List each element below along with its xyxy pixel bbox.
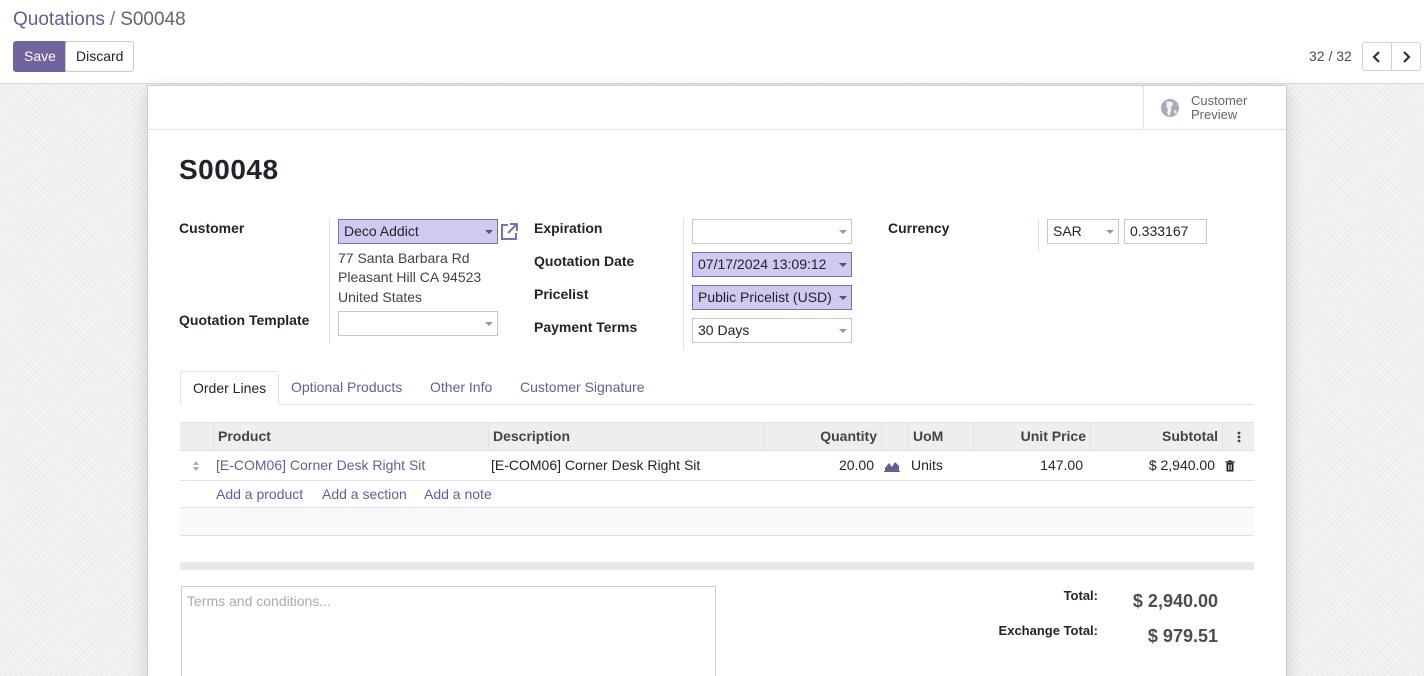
forecast-widget[interactable] (881, 451, 908, 480)
customer-preview-button[interactable]: Customer Preview (1143, 86, 1286, 129)
form-sheet: Customer Preview S00048 Customer Quotati… (147, 85, 1287, 676)
row-quantity[interactable]: 20.00 (763, 451, 877, 480)
pager-previous-button[interactable] (1362, 42, 1392, 71)
exchange-total-value: $ 979.51 (1147, 626, 1218, 646)
field-separator (329, 218, 330, 344)
tab-customer-signature[interactable]: Customer Signature (508, 371, 657, 405)
column-header-subtotal[interactable]: Subtotal (1090, 423, 1222, 450)
row-product[interactable]: [E-COM06] Corner Desk Right Sit (213, 451, 488, 480)
caret-down-icon (839, 329, 847, 333)
terms-conditions-field[interactable]: Terms and conditions... (181, 586, 716, 676)
caret-down-icon (485, 322, 493, 326)
vertical-ellipsis-icon (1237, 431, 1240, 443)
save-button[interactable]: Save (13, 41, 67, 72)
tab-optional-products[interactable]: Optional Products (279, 371, 414, 405)
row-uom[interactable]: Units (908, 451, 973, 480)
total-label: Total: (1063, 588, 1098, 603)
customer-address-line2: Pleasant Hill CA 94523 (338, 269, 482, 285)
table-header: Product Description Quantity UoM Unit Pr… (180, 422, 1254, 451)
payment-terms-value: 30 Days (698, 322, 750, 338)
chevron-right-icon (1403, 50, 1411, 63)
expiration-label: Expiration (534, 220, 603, 236)
row-unit-price[interactable]: 147.00 (973, 451, 1086, 480)
customer-address-line3: United States (338, 289, 423, 305)
caret-down-icon (839, 230, 847, 234)
column-header-description[interactable]: Description (488, 423, 763, 450)
pager-next-button[interactable] (1391, 42, 1421, 71)
customer-preview-label: Customer Preview (1191, 92, 1248, 122)
order-lines-table: Product Description Quantity UoM Unit Pr… (180, 422, 1254, 536)
column-header-product[interactable]: Product (213, 423, 488, 450)
currency-rate-value: 0.333167 (1130, 223, 1189, 239)
area-chart-icon (884, 462, 900, 473)
pricelist-field[interactable]: Public Pricelist (USD) (692, 285, 852, 310)
empty-row (180, 508, 1254, 536)
field-separator (683, 218, 684, 350)
quotation-template-field[interactable] (338, 311, 498, 336)
quotation-date-field[interactable]: 07/17/2024 13:09:12 (692, 252, 852, 277)
pricelist-label: Pricelist (534, 286, 589, 302)
breadcrumb-separator: / (109, 9, 116, 30)
button-box: Customer Preview (148, 86, 1286, 130)
add-line-row: Add a product Add a section Add a note (180, 481, 1254, 508)
customer-preview-label-line1: Customer (1191, 92, 1248, 108)
caret-down-icon (839, 296, 847, 300)
trash-icon (1225, 460, 1235, 472)
caret-down-icon (485, 230, 493, 234)
section-divider (180, 562, 1254, 570)
column-header-quantity[interactable]: Quantity (763, 423, 881, 450)
control-panel: Quotations / S00048 Save Discard 32 / 32 (0, 0, 1424, 84)
caret-down-icon (839, 263, 847, 267)
exchange-total-label: Exchange Total: (998, 623, 1098, 638)
quotation-date-label: Quotation Date (534, 253, 635, 269)
caret-down-icon (1106, 230, 1114, 234)
expiration-field[interactable] (692, 219, 852, 244)
column-header-unit-price[interactable]: Unit Price (973, 423, 1090, 450)
optional-columns-toggle[interactable] (1222, 423, 1254, 450)
pricelist-value: Public Pricelist (USD) (698, 289, 832, 305)
total-value: $ 2,940.00 (1132, 591, 1218, 611)
field-separator (1038, 218, 1039, 252)
discard-button[interactable]: Discard (65, 41, 135, 72)
column-header-forecast (881, 423, 908, 450)
customer-preview-label-line2: Preview (1191, 106, 1238, 122)
drag-handle-icon (193, 461, 199, 472)
column-header-uom[interactable]: UoM (908, 423, 973, 450)
breadcrumb: Quotations / S00048 (13, 9, 186, 31)
quotation-template-label: Quotation Template (179, 312, 310, 328)
breadcrumb-quotations-link[interactable]: Quotations (13, 9, 105, 30)
currency-value: SAR (1053, 223, 1082, 239)
payment-terms-label: Payment Terms (534, 319, 638, 335)
customer-label: Customer (179, 220, 245, 236)
currency-field[interactable]: SAR (1047, 219, 1119, 244)
currency-label: Currency (888, 220, 950, 236)
terms-placeholder: Terms and conditions... (187, 593, 331, 609)
notebook-tabs: Order Lines Optional Products Other Info… (180, 371, 1254, 405)
external-link-icon[interactable] (499, 222, 519, 242)
customer-address-line1: 77 Santa Barbara Rd (338, 250, 470, 266)
add-note-link[interactable]: Add a note (424, 486, 492, 502)
row-description[interactable]: [E-COM06] Corner Desk Right Sit (488, 451, 763, 480)
row-delete-button[interactable] (1222, 451, 1238, 480)
customer-value: Deco Addict (344, 223, 419, 239)
customer-field[interactable]: Deco Addict (338, 219, 498, 244)
pager-value[interactable]: 32 / 32 (1309, 48, 1352, 64)
chevron-left-icon (1372, 50, 1380, 63)
form-view-background: Customer Preview S00048 Customer Quotati… (0, 84, 1424, 676)
add-product-link[interactable]: Add a product (216, 486, 303, 502)
globe-icon (1161, 98, 1179, 117)
currency-rate-field[interactable]: 0.333167 (1124, 219, 1207, 244)
tab-other-info[interactable]: Other Info (418, 371, 504, 405)
row-subtotal: $ 2,940.00 (1148, 457, 1215, 473)
breadcrumb-current: S00048 (120, 9, 186, 30)
quotation-date-value: 07/17/2024 13:09:12 (698, 256, 827, 272)
payment-terms-field[interactable]: 30 Days (692, 318, 852, 343)
record-title: S00048 (179, 154, 279, 185)
add-section-link[interactable]: Add a section (322, 486, 407, 502)
row-handle[interactable] (189, 451, 205, 480)
table-row[interactable]: [E-COM06] Corner Desk Right Sit [E-COM06… (180, 451, 1254, 481)
tab-order-lines[interactable]: Order Lines (180, 371, 280, 405)
